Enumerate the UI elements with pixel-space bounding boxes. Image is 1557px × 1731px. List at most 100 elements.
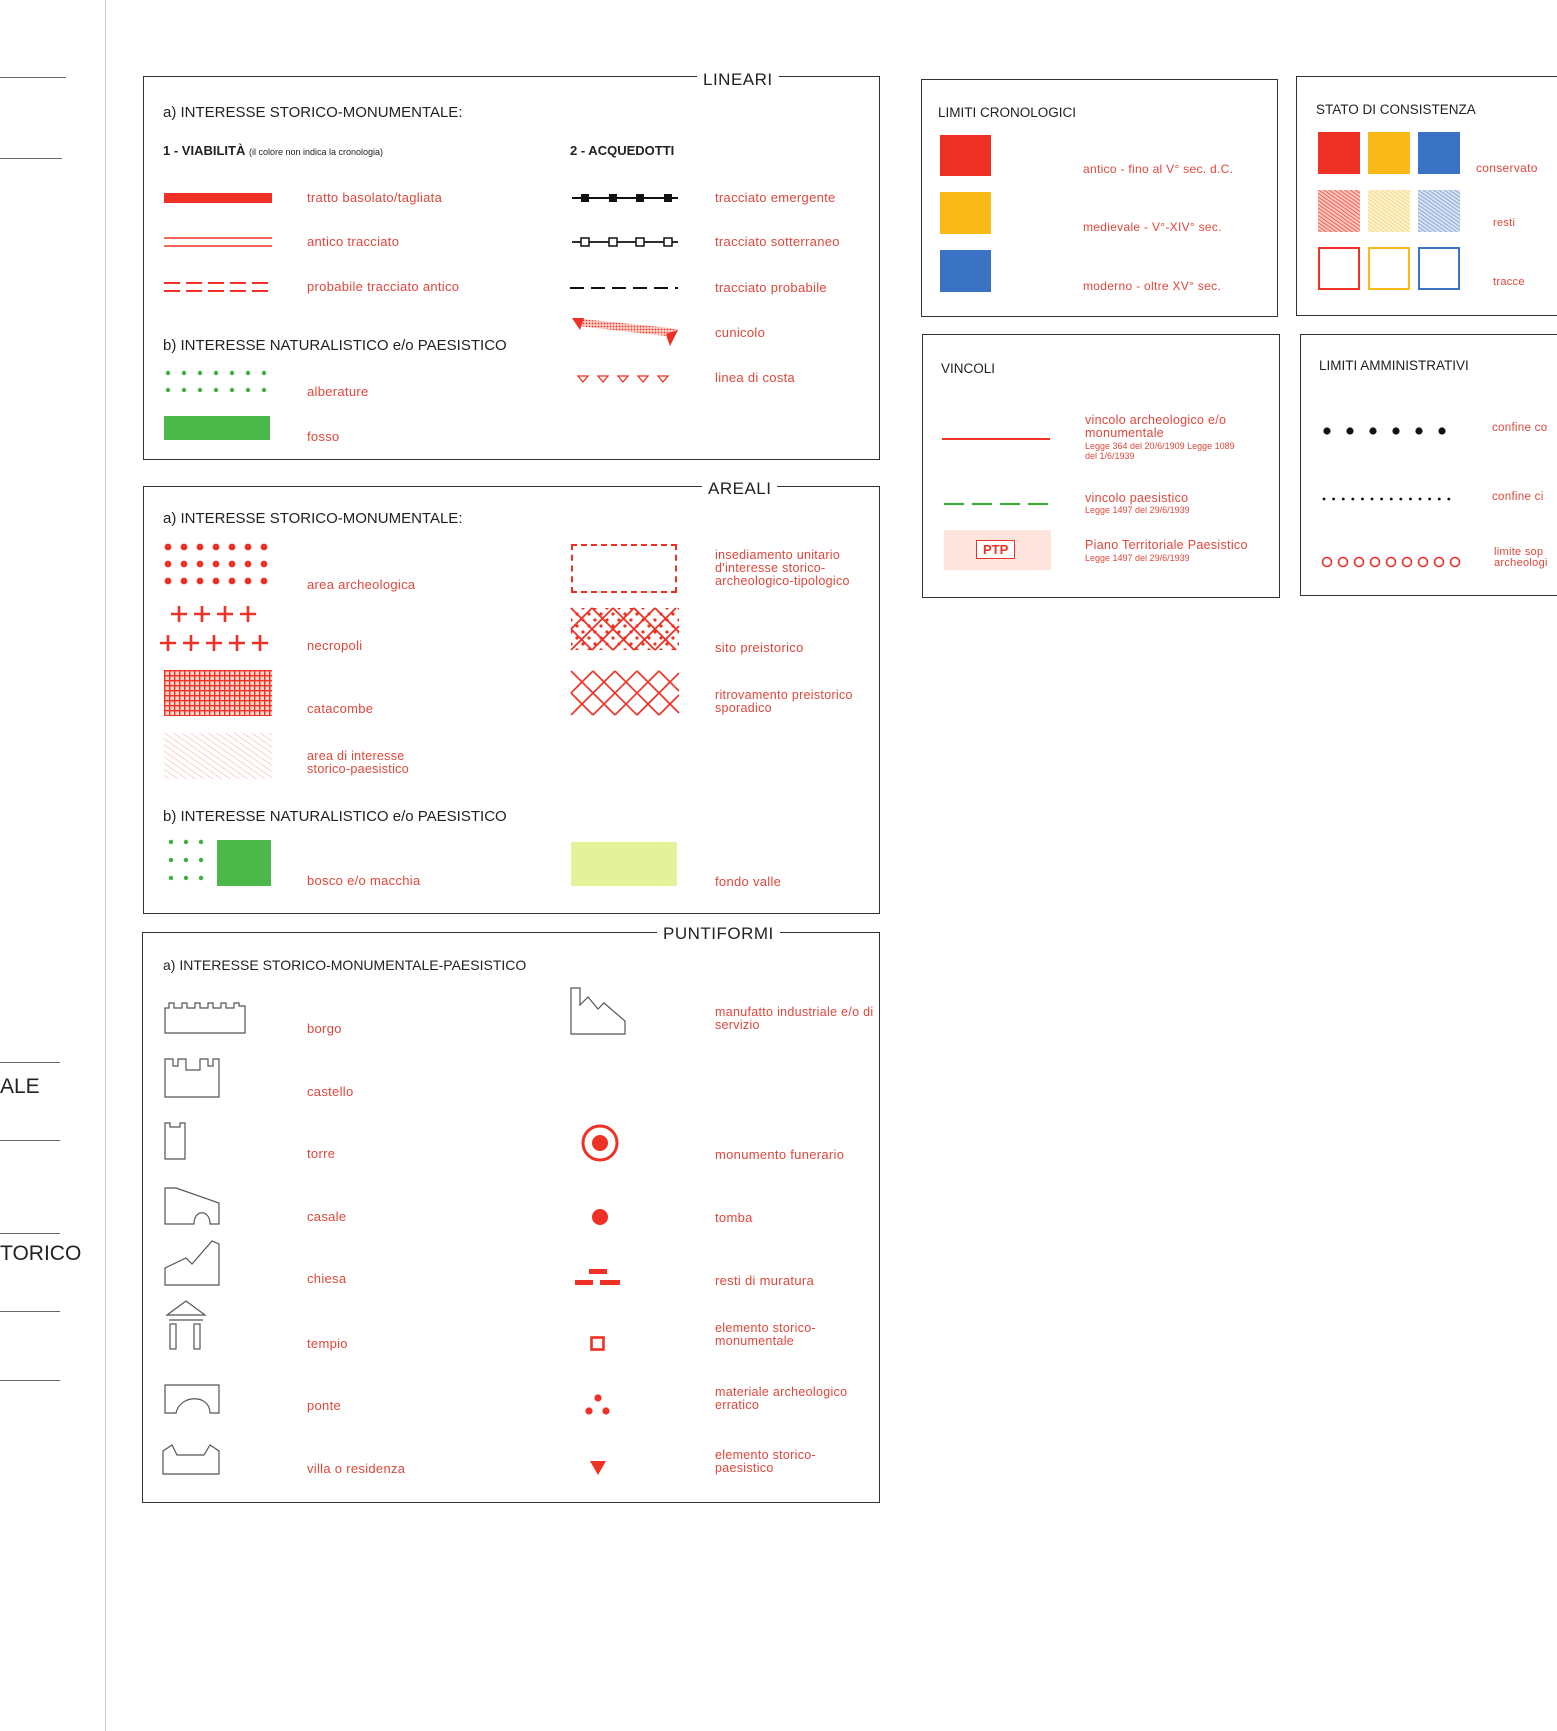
legend-label: confine co bbox=[1492, 422, 1548, 434]
legend-label: ponte bbox=[307, 1398, 342, 1413]
swatch-tracce-red bbox=[1318, 247, 1360, 290]
panel-title-lineari: LINEARI bbox=[697, 70, 779, 90]
legend-label: sito preistorico bbox=[715, 640, 804, 655]
symbol-tracciato-emergente bbox=[572, 194, 678, 202]
legend-label: tomba bbox=[715, 1210, 753, 1225]
section-heading: a) INTERESSE STORICO-MONUMENTALE: bbox=[163, 510, 463, 527]
legend-label: tracciato sotterraneo bbox=[715, 234, 840, 249]
dot-mark bbox=[196, 577, 204, 585]
legend-label: villa o residenza bbox=[307, 1461, 406, 1476]
dot-mark bbox=[244, 577, 252, 585]
legend-label: limite sop archeologi bbox=[1494, 546, 1548, 569]
dot-mark bbox=[164, 577, 172, 585]
symbol-fondo-valle bbox=[571, 842, 677, 886]
color-swatch-antico bbox=[940, 135, 991, 176]
swatch-conservato-blue bbox=[1418, 132, 1460, 174]
symbol-sito-preistorico bbox=[570, 607, 680, 651]
dot-mark bbox=[228, 543, 236, 551]
tomba-icon bbox=[592, 1209, 608, 1225]
legend-label: area di interesse storico-paesistico bbox=[307, 749, 409, 776]
symbol-antico-tracciato bbox=[164, 237, 272, 247]
sidebar-divider bbox=[0, 77, 66, 78]
legend-label: cunicolo bbox=[715, 325, 766, 340]
monumento-funerario-icon bbox=[581, 1124, 619, 1162]
swatch-resti-hatched bbox=[1318, 190, 1460, 232]
legend-label: casale bbox=[307, 1209, 347, 1224]
symbol-alberature bbox=[165, 370, 267, 393]
legend-label: antico - fino al V° sec. d.C. bbox=[1083, 162, 1234, 176]
symbol-tracciato-sotterraneo bbox=[572, 237, 678, 247]
sidebar-border bbox=[105, 0, 106, 1731]
legend-label: insediamento unitario d'interesse storic… bbox=[715, 548, 850, 588]
dot-mark bbox=[212, 560, 220, 568]
legend-label: borgo bbox=[307, 1021, 342, 1036]
dot-mark bbox=[180, 560, 188, 568]
symbol-linea-di-costa bbox=[576, 375, 670, 384]
swatch-conservato-yellow bbox=[1368, 132, 1410, 174]
symbol-vincolo-archeologico bbox=[942, 438, 1050, 440]
elemento-storico-paesistico-icon bbox=[590, 1461, 606, 1475]
ponte-icon bbox=[164, 1384, 220, 1414]
law-reference: Legge 364 del 20/6/1909 Legge 1089 del 1… bbox=[1085, 441, 1235, 461]
legend-label: tracce bbox=[1493, 276, 1525, 288]
casale-icon bbox=[164, 1187, 220, 1225]
symbol-confine-circoscrizione bbox=[1322, 497, 1454, 501]
legend-label: bosco e/o macchia bbox=[307, 873, 421, 888]
section-heading: b) INTERESSE NATURALISTICO e/o PAESISTIC… bbox=[163, 337, 507, 354]
symbol-necropoli bbox=[160, 606, 268, 651]
dot-mark bbox=[260, 577, 268, 585]
dot-mark bbox=[260, 560, 268, 568]
dot-mark bbox=[212, 543, 220, 551]
legend-label: catacombe bbox=[307, 701, 374, 716]
symbol-area-archeologica bbox=[164, 543, 268, 585]
color-swatch-medievale bbox=[940, 192, 991, 234]
dot-mark bbox=[244, 543, 252, 551]
symbol-fosso bbox=[164, 416, 270, 440]
symbol-insediamento-unitario bbox=[571, 544, 677, 593]
legend-label: tempio bbox=[307, 1336, 348, 1351]
symbol-ritrovamento-preistorico bbox=[570, 670, 680, 716]
panel-title-stato-consistenza: STATO DI CONSISTENZA bbox=[1316, 102, 1476, 117]
sidebar-divider bbox=[0, 1233, 60, 1234]
panel-title-areali: AREALI bbox=[702, 479, 778, 499]
dot-mark bbox=[164, 543, 172, 551]
dot-mark bbox=[164, 560, 172, 568]
legend-label: castello bbox=[307, 1084, 354, 1099]
legend-label: conservato bbox=[1476, 161, 1538, 175]
sidebar-item-2[interactable]: TORICO bbox=[0, 1242, 81, 1266]
panel-title-limiti-amministrativi: LIMITI AMMINISTRATIVI bbox=[1319, 358, 1469, 373]
sidebar-item-1[interactable]: ALE bbox=[0, 1075, 40, 1099]
color-swatch-moderno bbox=[940, 250, 991, 292]
section-heading: b) INTERESSE NATURALISTICO e/o PAESISTIC… bbox=[163, 808, 507, 825]
dot-mark bbox=[180, 543, 188, 551]
ptp-badge: PTP bbox=[976, 540, 1016, 559]
legend-label: ritrovamento preistorico sporadico bbox=[715, 688, 853, 715]
torre-icon bbox=[164, 1122, 186, 1160]
villa-icon bbox=[162, 1444, 220, 1475]
dot-mark bbox=[212, 577, 220, 585]
legend-label: fosso bbox=[307, 429, 340, 444]
dot-mark bbox=[244, 560, 252, 568]
borgo-icon bbox=[164, 1002, 246, 1034]
symbol-probabile-tracciato bbox=[164, 282, 272, 292]
legend-label: medievale - V°-XIV° sec. bbox=[1083, 220, 1222, 234]
panel-title-vincoli: VINCOLI bbox=[941, 361, 996, 376]
law-reference: Legge 1497 del 29/6/1939 bbox=[1085, 553, 1190, 563]
legend-label: vincolo archeologico e/o monumentale bbox=[1085, 413, 1227, 440]
panel-title-limiti-cronologici: LIMITI CRONOLOGICI bbox=[938, 105, 1077, 120]
legend-label: antico tracciato bbox=[307, 234, 400, 249]
dot-mark bbox=[228, 560, 236, 568]
dot-mark bbox=[228, 577, 236, 585]
legend-label: area archeologica bbox=[307, 577, 416, 592]
castello-icon bbox=[164, 1058, 220, 1098]
subsection-heading-viabilita: 1 - VIABILITÀ (il colore non indica la c… bbox=[163, 143, 384, 158]
legend-label: moderno - oltre XV° sec. bbox=[1083, 279, 1222, 293]
panel-title-puntiformi: PUNTIFORMI bbox=[657, 924, 780, 944]
legend-label: monumento funerario bbox=[715, 1147, 845, 1162]
legend-label: resti bbox=[1493, 217, 1516, 229]
legend-label: elemento storico-paesistico bbox=[715, 1448, 816, 1475]
symbol-cunicolo bbox=[572, 318, 678, 346]
law-reference: Legge 1497 del 29/6/1939 bbox=[1085, 505, 1190, 515]
dot-mark bbox=[196, 543, 204, 551]
legend-label: tratto basolato/tagliata bbox=[307, 190, 443, 205]
